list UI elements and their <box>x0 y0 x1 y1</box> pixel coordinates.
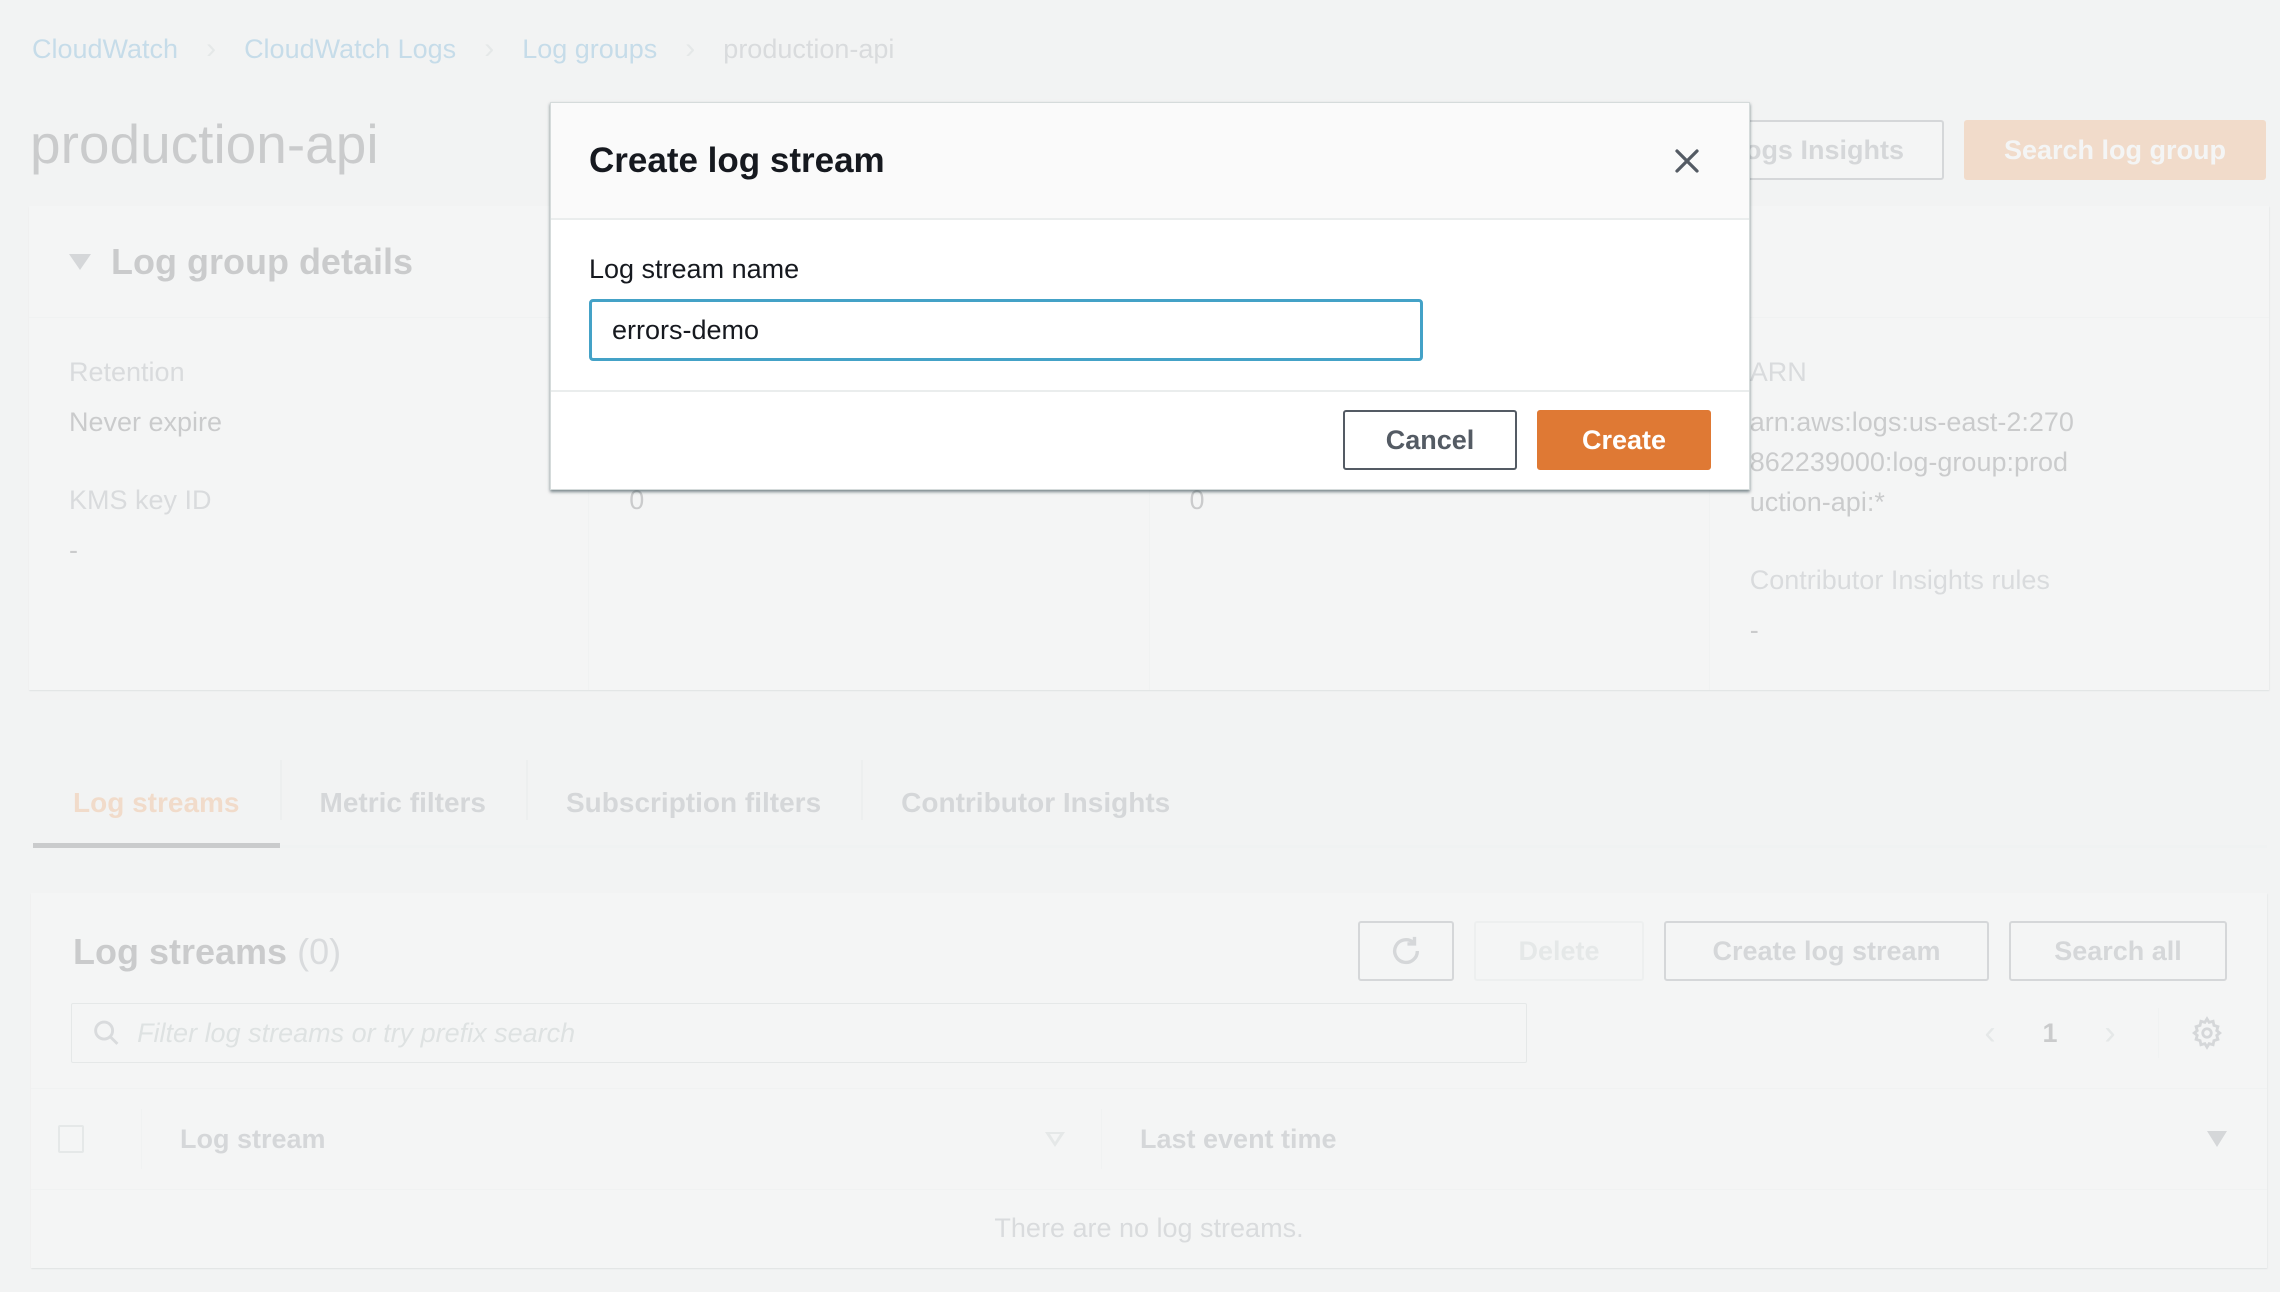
close-button[interactable] <box>1665 139 1709 183</box>
modal-body: Log stream name <box>551 220 1749 392</box>
cancel-button[interactable]: Cancel <box>1343 410 1517 470</box>
modal-header: Create log stream <box>551 103 1749 220</box>
modal-title: Create log stream <box>589 140 885 180</box>
close-icon <box>1675 148 1699 173</box>
log-stream-name-label: Log stream name <box>589 254 800 284</box>
log-stream-name-input[interactable] <box>589 299 1423 361</box>
create-button[interactable]: Create <box>1537 410 1711 470</box>
modal-footer: Cancel Create <box>551 392 1749 470</box>
create-log-stream-modal: Create log stream Log stream name Cancel… <box>550 102 1750 490</box>
